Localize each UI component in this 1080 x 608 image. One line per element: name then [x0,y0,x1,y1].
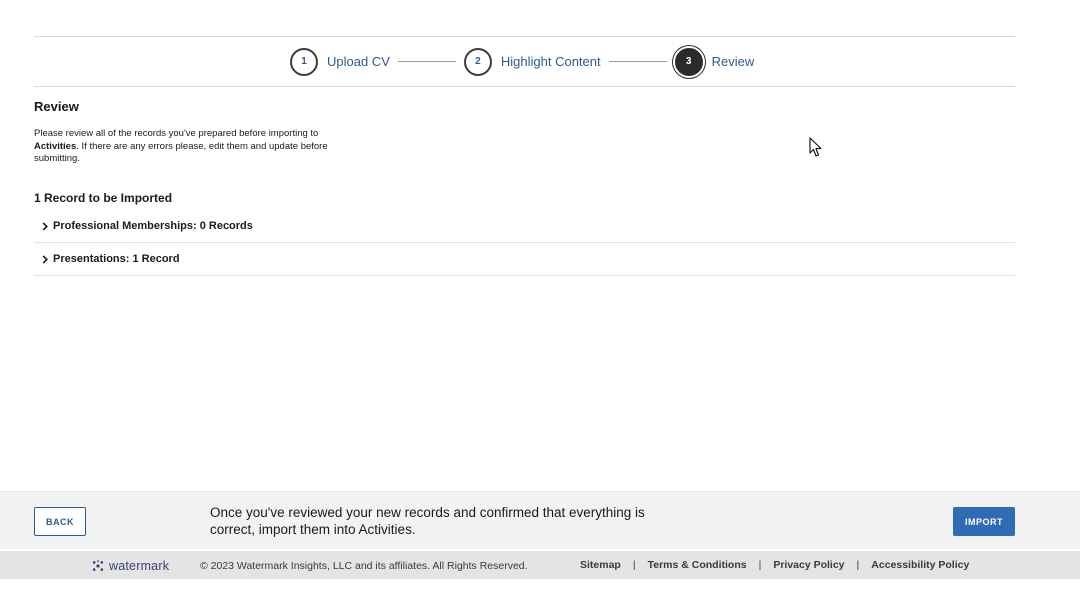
step-connector [397,61,456,62]
footer-separator: | [758,559,762,571]
footer-links: Sitemap | Terms & Conditions | Privacy P… [580,559,969,571]
action-bar: BACK Once you've reviewed your new recor… [0,491,1080,549]
brand-name: watermark [109,559,170,573]
chevron-right-icon [40,254,50,264]
accordion-label: Presentations: 1 Record [53,253,180,265]
stepper-top-divider [34,36,1015,37]
chevron-right-icon [40,221,50,231]
import-instructions: Once you've reviewed your new records an… [210,505,645,537]
mouse-cursor-icon [809,137,822,157]
accordion-label: Professional Memberships: 0 Records [53,220,253,232]
review-instructions: Please review all of the records you've … [34,128,364,166]
watermark-logo-icon [92,560,104,571]
step-number-circle-active: 3 [674,47,703,76]
footer-link-sitemap[interactable]: Sitemap [580,559,621,571]
step-review[interactable]: 3 Review [674,47,755,76]
page-title: Review [34,99,79,114]
records-count-heading: 1 Record to be Imported [34,191,173,205]
accordion-professional-memberships[interactable]: Professional Memberships: 0 Records [34,210,1015,243]
footer-link-privacy[interactable]: Privacy Policy [773,559,844,571]
footer-link-accessibility[interactable]: Accessibility Policy [871,559,969,571]
footer-separator: | [856,559,860,571]
step-label: Review [711,54,755,69]
step-number-circle: 1 [290,47,318,76]
import-button[interactable]: IMPORT [953,507,1015,536]
accordion-presentations[interactable]: Presentations: 1 Record [34,243,1015,276]
step-label: Highlight Content [500,54,601,69]
step-label: Upload CV [327,54,390,69]
records-accordion: Professional Memberships: 0 Records Pres… [34,210,1015,276]
step-upload-cv[interactable]: 1 Upload CV [290,47,390,76]
progress-stepper: 1 Upload CV 2 Highlight Content 3 Review [290,47,754,76]
step-connector [608,61,667,62]
footer-link-terms[interactable]: Terms & Conditions [648,559,747,571]
page: 1 Upload CV 2 Highlight Content 3 Review… [0,0,1080,608]
instructions-suffix: . If there are any errors please, edit t… [34,140,328,165]
instructions-prefix: Please review all of the records you've … [34,128,319,139]
stepper-bottom-divider [34,86,1015,87]
footer: watermark © 2023 Watermark Insights, LLC… [0,551,1080,579]
back-button[interactable]: BACK [34,507,86,536]
instructions-destination: Activities [34,140,77,152]
copyright-text: © 2023 Watermark Insights, LLC and its a… [200,560,528,572]
footer-separator: | [632,559,636,571]
step-highlight-content[interactable]: 2 Highlight Content [463,47,601,76]
footer-brand[interactable]: watermark [92,559,169,573]
step-number-circle: 2 [463,47,492,76]
